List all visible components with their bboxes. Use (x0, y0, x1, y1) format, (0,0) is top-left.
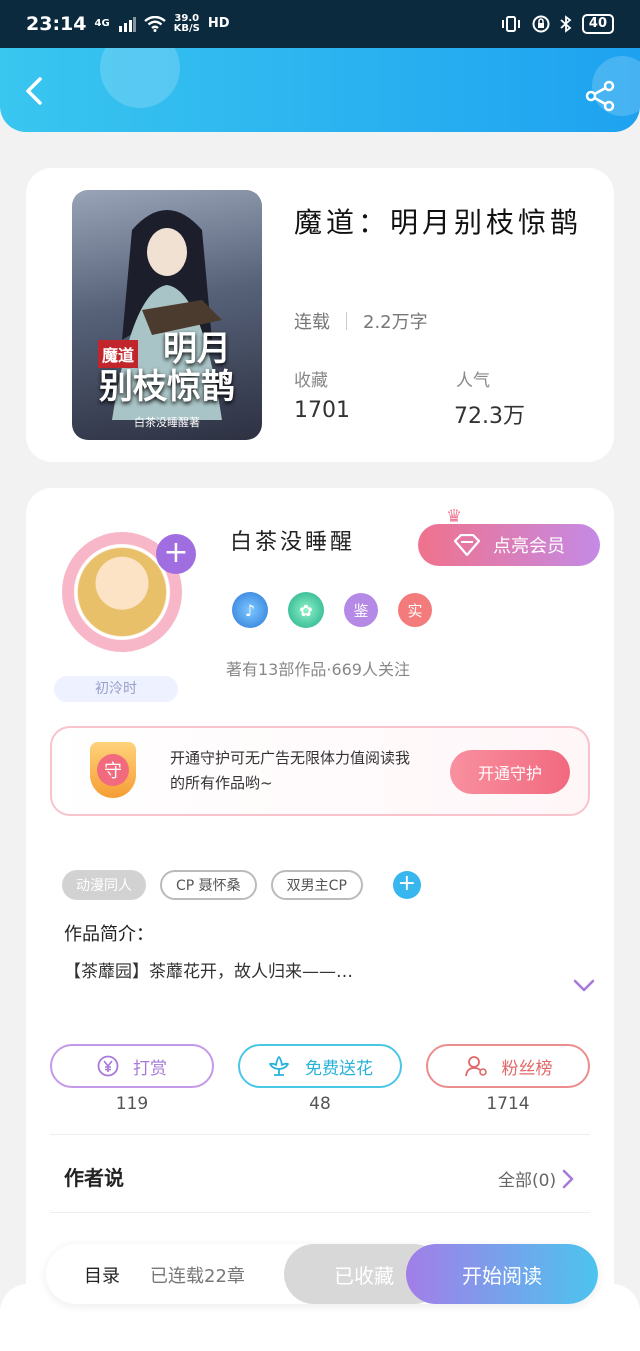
section-divider (50, 1212, 590, 1213)
yen-icon (97, 1055, 119, 1077)
section-divider (50, 1134, 590, 1135)
reward-label: 打赏 (133, 1058, 167, 1079)
reward-button[interactable]: 打赏 (50, 1044, 214, 1088)
status-bar: 23:14 4G 39.0 KB/S HD 40 (0, 0, 640, 48)
status-time: 23:14 (26, 13, 87, 35)
vip-button[interactable]: 点亮会员 (418, 524, 600, 566)
reward-count: 119 (115, 1094, 149, 1114)
popularity-label: 人气 (456, 371, 490, 391)
shield-icon: 守 (90, 742, 136, 798)
flower-count: 48 (309, 1094, 331, 1114)
tag-list: 动漫同人 CP 聂怀桑 双男主CP + (62, 870, 421, 900)
book-cover[interactable]: 魔道 明月 别枝惊鹊 白茶没睡醒著 (72, 190, 262, 440)
handshake-badge-icon[interactable]: ✿ (288, 592, 324, 628)
share-icon[interactable] (584, 80, 616, 112)
intro-label: 作品简介： (64, 924, 154, 945)
author-card: + 初泠时 白茶没睡醒 ♛ 点亮会员 ♪ ✿ 鉴 实 著有13部作品·669人关… (26, 488, 614, 1351)
vibrate-icon (501, 16, 520, 32)
vip-label: 点亮会员 (493, 536, 565, 557)
author-works-info: 著有13部作品·669人关注 (226, 660, 410, 679)
author-avatar[interactable]: + 初泠时 (40, 518, 196, 708)
cover-title-line1: 明月 (163, 329, 231, 369)
bluetooth-icon (560, 15, 572, 33)
tag-item[interactable]: 双男主CP (270, 870, 363, 900)
wifi-icon (143, 16, 166, 32)
send-flower-button[interactable]: 免费送花 (238, 1044, 402, 1088)
fans-rank-button[interactable]: 粉丝榜 (426, 1044, 590, 1088)
author-name[interactable]: 白茶没睡醒 (230, 524, 355, 556)
tag-item[interactable]: 动漫同人 (62, 870, 146, 900)
chevron-right-icon (562, 1169, 574, 1188)
status-right: 40 (500, 14, 614, 34)
flower-icon (269, 1056, 289, 1076)
add-tag-icon[interactable]: + (392, 871, 421, 899)
avatar-badge: 初泠时 (54, 676, 178, 702)
music-badge-icon[interactable]: ♪ (232, 592, 268, 628)
author-says-all-label: 全部(0) (498, 1171, 557, 1191)
cover-title: 明月 别枝惊鹊 (72, 330, 262, 406)
guard-text: 开通守护可无广告无限体力值阅读我的所有作品哟~ (170, 749, 411, 792)
book-meta: 连载 2.2万字 (294, 308, 428, 334)
verified-badge[interactable]: 鉴 (344, 593, 378, 627)
updated-chapters: 已连载22章 (150, 1266, 245, 1287)
author-badges: ♪ ✿ 鉴 实 (232, 592, 432, 628)
user-icon (464, 1056, 487, 1077)
book-status: 连载 (294, 312, 330, 333)
cover-author: 白茶没睡醒著 (134, 416, 200, 429)
tag-item[interactable]: CP 聂怀桑 (160, 870, 257, 900)
real-name-badge[interactable]: 实 (398, 593, 432, 627)
follow-plus-icon[interactable]: + (156, 534, 196, 574)
cover-title-line2: 别枝惊鹊 (99, 367, 235, 407)
guard-banner: 守 开通守护可无广告无限体力值阅读我的所有作品哟~ 开通守护 (50, 726, 590, 816)
status-left: 23:14 4G 39.0 KB/S HD (26, 13, 230, 35)
speed-unit: KB/S (173, 23, 200, 34)
book-word-count: 2.2万字 (363, 312, 428, 333)
favorites-label: 收藏 (294, 371, 328, 391)
shield-icon-text: 守 (97, 754, 129, 786)
book-title: 魔道：明月别枝惊鹊 (294, 206, 583, 239)
back-arrow-icon[interactable] (20, 76, 50, 106)
open-guard-button[interactable]: 开通守护 (450, 750, 570, 794)
favorites-value: 1701 (294, 398, 350, 423)
hd-indicator: HD (207, 16, 230, 31)
intro-text: 【茶蘼园】茶蘼花开，故人归来——… (64, 962, 353, 982)
bottom-action-bar: 目录 已连载22章 已收藏 开始阅读 (46, 1244, 598, 1304)
catalog-button[interactable]: 目录 (84, 1262, 120, 1288)
book-info-card: 魔道 明月 别枝惊鹊 白茶没睡醒著 魔道：明月别枝惊鹊 连载 2.2万字 收藏 … (26, 168, 614, 462)
chevron-down-icon[interactable] (572, 978, 596, 994)
meta-divider (346, 312, 347, 330)
author-says-all-link[interactable]: 全部(0) (498, 1166, 574, 1191)
decor-bubble (100, 48, 180, 108)
signal-icon (118, 17, 136, 32)
network-speed: 39.0 KB/S (174, 14, 200, 34)
network-type: 4G (94, 18, 110, 29)
avatar-image (78, 548, 166, 636)
author-says-label: 作者说 (64, 1166, 124, 1190)
send-flower-label: 免费送花 (305, 1058, 373, 1079)
top-header (0, 48, 640, 132)
fans-count: 1714 (486, 1094, 530, 1114)
popularity-value: 72.3万 (454, 404, 525, 429)
lock-rotation-icon (532, 15, 550, 33)
diamond-icon (453, 534, 481, 556)
fans-rank-label: 粉丝榜 (501, 1058, 553, 1079)
battery-indicator: 40 (581, 14, 614, 34)
start-reading-button[interactable]: 开始阅读 (406, 1244, 598, 1304)
action-buttons: 打赏 免费送花 粉丝榜 (50, 1044, 590, 1088)
